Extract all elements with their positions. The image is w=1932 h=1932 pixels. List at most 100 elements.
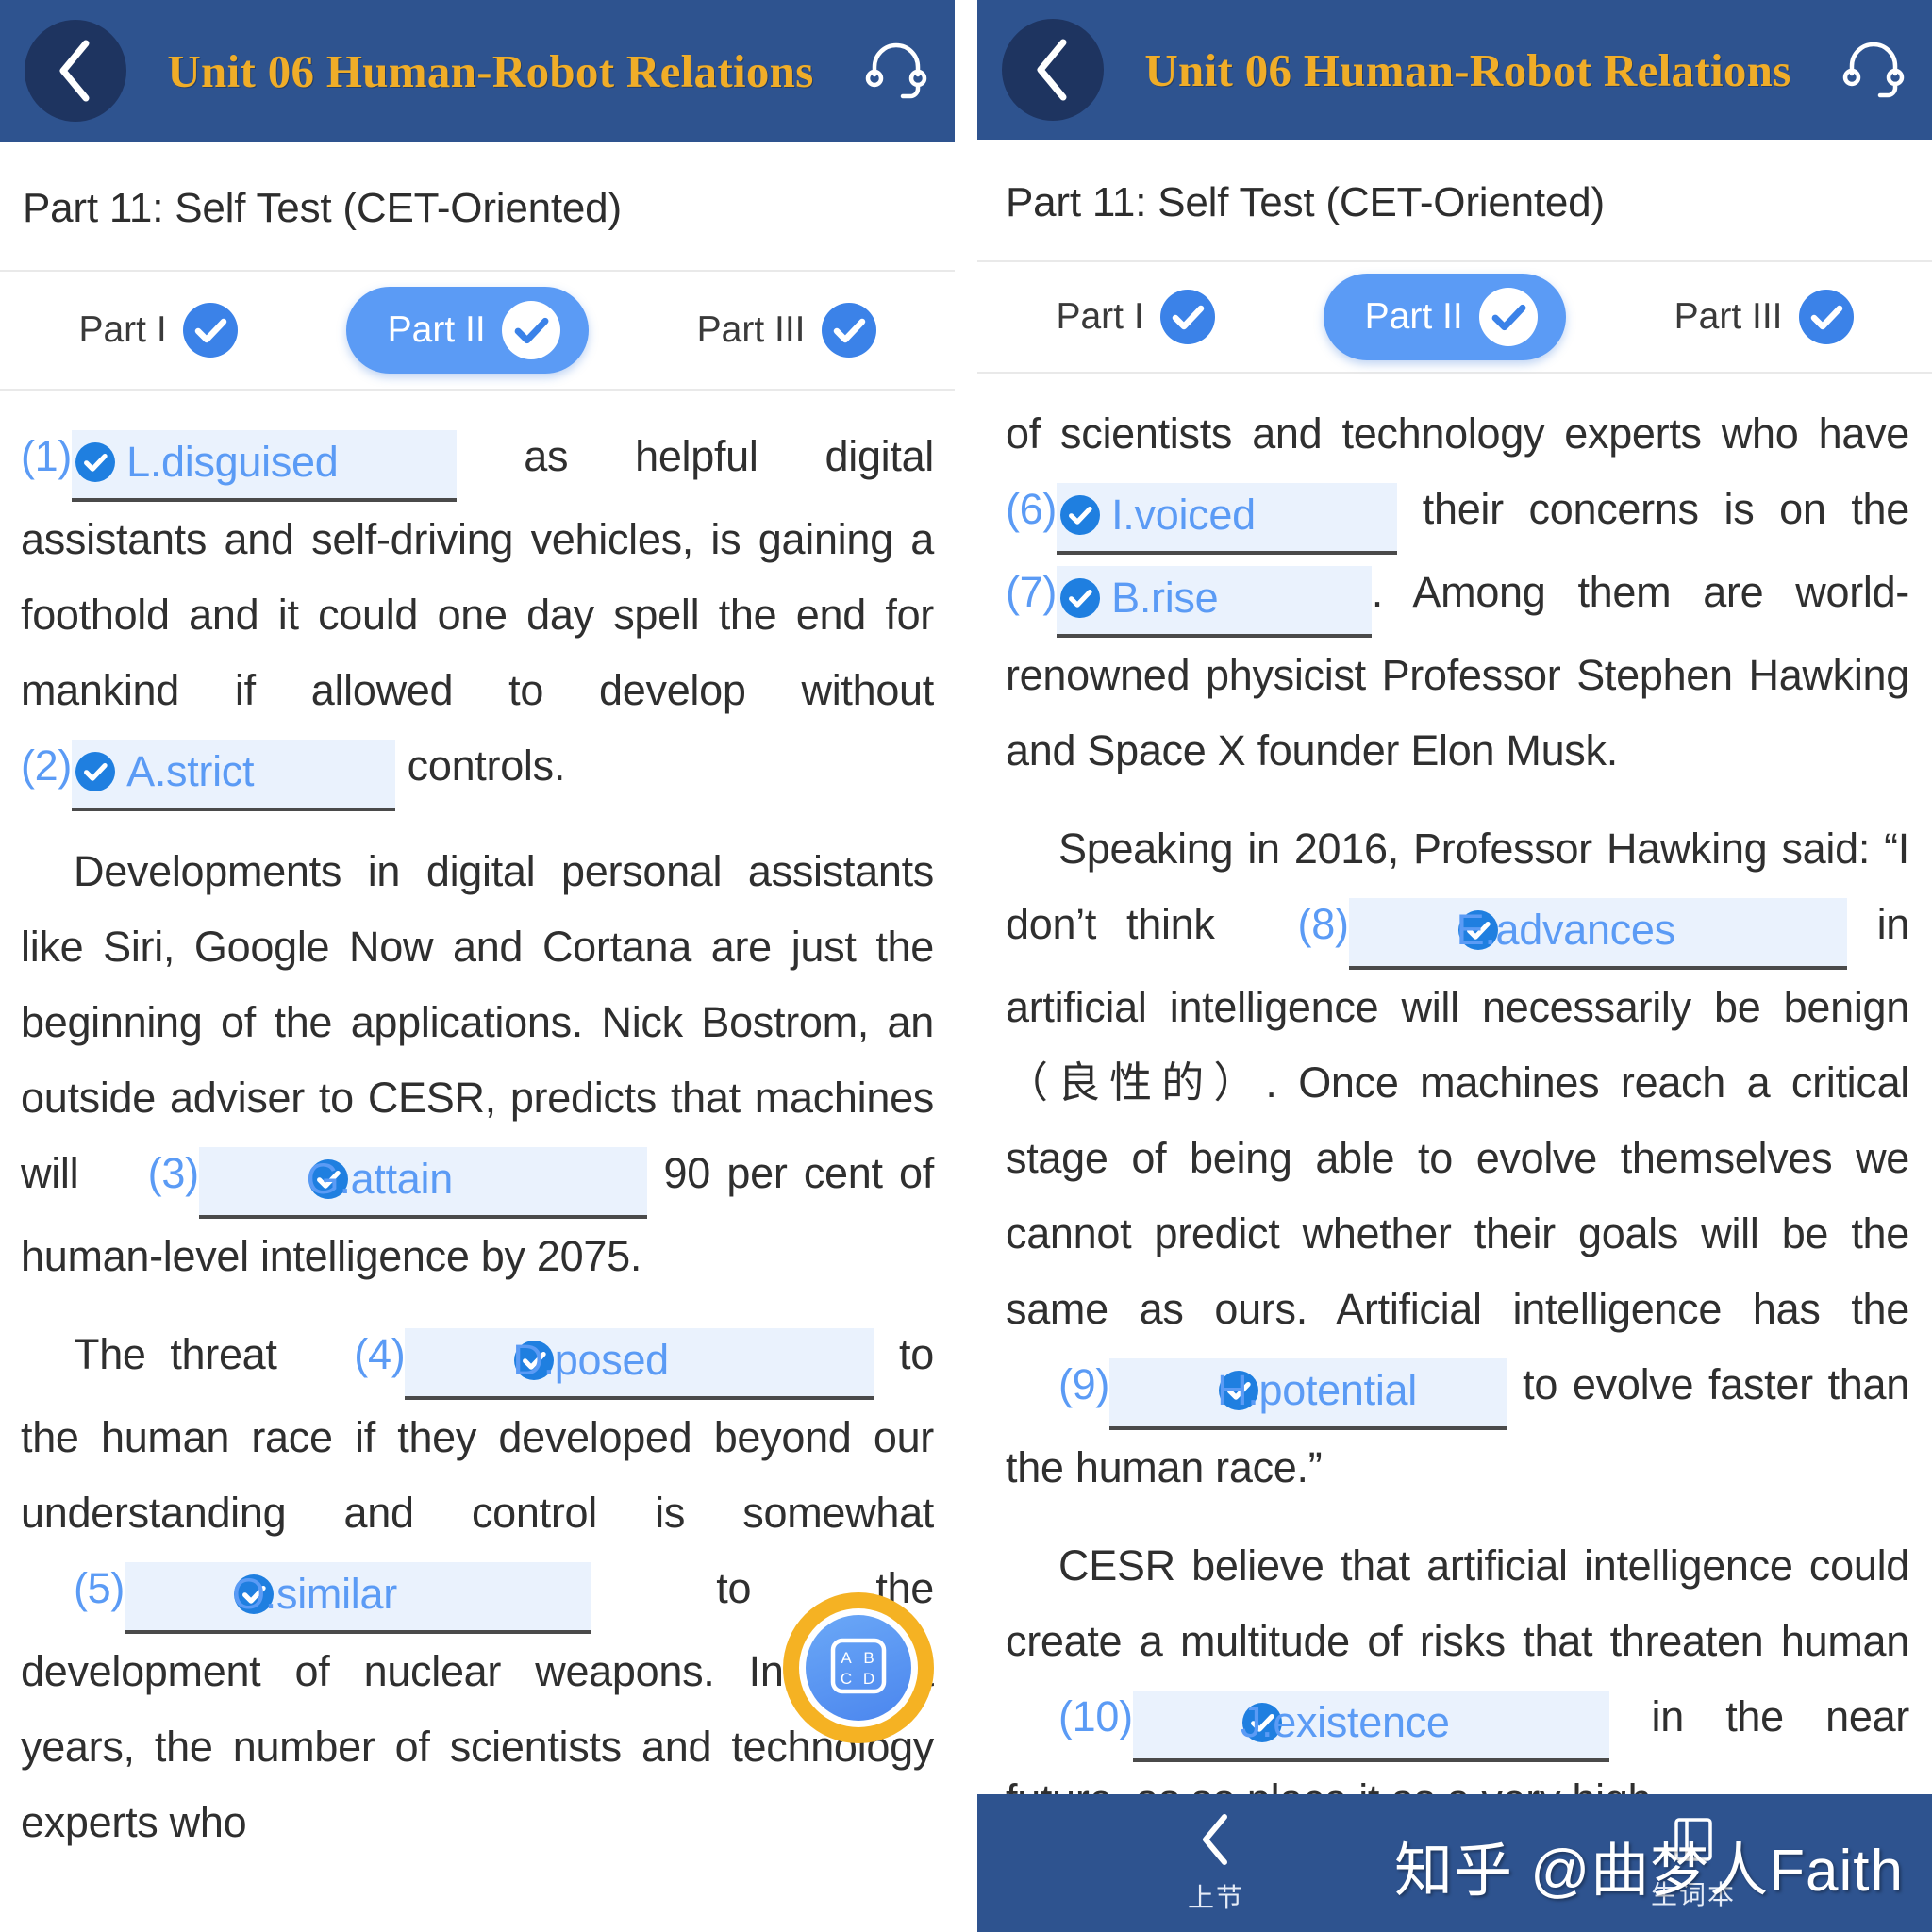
- paragraph-text: The threat: [74, 1330, 302, 1378]
- answer-text: E.advances: [1456, 906, 1675, 954]
- answer-blank[interactable]: (7) B.rise: [1006, 555, 1372, 638]
- check-circle-icon: [821, 303, 876, 358]
- tab-label: Part III: [1674, 296, 1783, 337]
- answer-text: G.attain: [306, 1155, 454, 1203]
- abcd-answer-button[interactable]: A B C D: [783, 1592, 934, 1743]
- bottom-navigation-bar: 上节 生词本: [977, 1794, 1932, 1932]
- answer-slot[interactable]: L.disguised: [72, 430, 458, 502]
- answer-blank[interactable]: (5) O.similar: [21, 1551, 592, 1634]
- reading-content-right: of scientists and technology experts who…: [977, 396, 1932, 1838]
- nav-label: 上节: [1187, 1882, 1244, 1912]
- answer-slot[interactable]: A.strict: [72, 740, 396, 811]
- check-circle-icon: [1798, 290, 1854, 344]
- answer-slot[interactable]: I.voiced: [1057, 483, 1398, 555]
- check-circle-icon: [501, 301, 560, 359]
- dual-screenshot-composite: Unit 06 Human-Robot Relations Part 11: S…: [0, 0, 1932, 1932]
- blank-filler: [1459, 1690, 1605, 1755]
- blank-filler: [1227, 566, 1365, 630]
- tab-label: Part II: [1364, 296, 1463, 337]
- paragraph: (1) L.disguised as helpful digital assist…: [21, 419, 934, 811]
- answer-blank[interactable]: (1) L.disguised: [21, 419, 458, 502]
- answer-slot[interactable]: E.advances: [1348, 898, 1847, 970]
- paragraph: The threat (4) D.posed to the human race …: [21, 1317, 934, 1860]
- tab-part-i[interactable]: Part I: [71, 291, 244, 370]
- answer-slot[interactable]: J.existence: [1132, 1690, 1610, 1762]
- check-circle-icon: [1406, 904, 1498, 950]
- check-circle-icon: [461, 1334, 555, 1380]
- nav-vocabulary-book[interactable]: 生词本: [1455, 1794, 1932, 1932]
- blank-filler: [263, 740, 390, 804]
- svg-text:B: B: [863, 1649, 874, 1667]
- check-circle-icon: [256, 1153, 348, 1199]
- chevron-left-icon: [54, 38, 97, 104]
- paragraph-text: their concerns is on the: [1397, 485, 1910, 533]
- check-circle-icon: [1166, 1364, 1259, 1410]
- answer-text: O.similar: [232, 1570, 397, 1618]
- back-button[interactable]: [1002, 19, 1104, 121]
- answer-text: J.existence: [1240, 1698, 1450, 1746]
- paragraph: of scientists and technology experts who…: [1006, 396, 1909, 789]
- tab-part-iii[interactable]: Part III: [690, 291, 884, 370]
- tab-label: Part II: [387, 309, 486, 350]
- paragraph-text: controls.: [395, 741, 566, 790]
- tab-part-iii[interactable]: Part III: [1667, 277, 1861, 357]
- blank-filler: [347, 430, 451, 494]
- paragraph: CESR believe that artificial intelligenc…: [1006, 1528, 1909, 1838]
- answer-blank[interactable]: (2) A.strict: [21, 728, 396, 811]
- answer-blank[interactable]: (9) H.potential: [1006, 1347, 1508, 1430]
- abcd-icon: A B C D: [827, 1635, 890, 1702]
- answer-slot[interactable]: B.rise: [1057, 566, 1372, 638]
- blank-filler: [1685, 898, 1841, 962]
- tab-part-ii[interactable]: Part II: [1323, 274, 1566, 360]
- answer-slot[interactable]: G.attain: [198, 1147, 648, 1219]
- audio-button[interactable]: [855, 35, 930, 108]
- tab-part-ii[interactable]: Part II: [345, 287, 589, 374]
- blank-number: (6): [1006, 485, 1058, 533]
- back-button[interactable]: [25, 20, 126, 122]
- answer-slot[interactable]: D.posed: [405, 1328, 875, 1400]
- blank-filler: [1426, 1358, 1502, 1423]
- blank-filler: [678, 1328, 869, 1392]
- nav-label: 生词本: [1650, 1879, 1736, 1909]
- answer-blank[interactable]: (8) E.advances: [1245, 887, 1847, 970]
- answer-blank[interactable]: (3) G.attain: [95, 1136, 648, 1219]
- paragraph: Developments in digital personal assista…: [21, 834, 934, 1294]
- tab-label: Part I: [1056, 296, 1144, 337]
- chevron-left-icon: [1197, 1812, 1235, 1872]
- svg-text:D: D: [863, 1670, 874, 1688]
- fab-core: A B C D: [806, 1615, 911, 1721]
- blank-number: (3): [147, 1149, 199, 1197]
- headset-icon: [862, 35, 930, 108]
- paragraph: Speaking in 2016, Professor Hawking said…: [1006, 811, 1909, 1506]
- audio-button[interactable]: [1832, 34, 1907, 107]
- app-header: Unit 06 Human-Robot Relations: [977, 0, 1932, 140]
- blank-filler: [1265, 483, 1391, 547]
- answer-slot[interactable]: H.potential: [1109, 1358, 1508, 1430]
- answer-text: A.strict: [126, 747, 255, 795]
- answer-blank[interactable]: (10) J.existence: [1006, 1679, 1610, 1762]
- blank-number: (4): [354, 1330, 406, 1378]
- section-subtitle: Part 11: Self Test (CET-Oriented): [23, 185, 622, 231]
- answer-blank[interactable]: (6) I.voiced: [1006, 472, 1398, 555]
- tab-label: Part I: [78, 309, 167, 350]
- blank-number: (2): [21, 741, 73, 790]
- blank-number: (9): [1058, 1360, 1110, 1408]
- blank-number: (10): [1058, 1692, 1133, 1740]
- blank-number: (1): [21, 432, 73, 480]
- tab-part-i[interactable]: Part I: [1048, 277, 1222, 357]
- page-title: Unit 06 Human-Robot Relations: [167, 44, 814, 97]
- paragraph-text: of scientists and technology experts who…: [1006, 409, 1909, 458]
- left-phone-screen: Unit 06 Human-Robot Relations Part 11: S…: [0, 0, 955, 1932]
- section-subtitle: Part 11: Self Test (CET-Oriented): [1006, 179, 1605, 225]
- nav-previous-section[interactable]: 上节: [977, 1794, 1455, 1932]
- answer-slot[interactable]: O.similar: [125, 1562, 592, 1634]
- app-header: Unit 06 Human-Robot Relations: [0, 0, 955, 142]
- answer-text: L.disguised: [126, 438, 339, 486]
- fab-ring-inner: A B C D: [799, 1608, 918, 1727]
- blank-number: (8): [1297, 900, 1349, 948]
- part-tabbar: Part I Part II Part III: [0, 270, 955, 391]
- check-circle-icon: [181, 1568, 275, 1614]
- paragraph-list-right: of scientists and technology experts who…: [1006, 396, 1909, 1838]
- answer-blank[interactable]: (4) D.posed: [301, 1317, 875, 1400]
- right-phone-screen: Unit 06 Human-Robot Relations Part 11: S…: [977, 0, 1932, 1932]
